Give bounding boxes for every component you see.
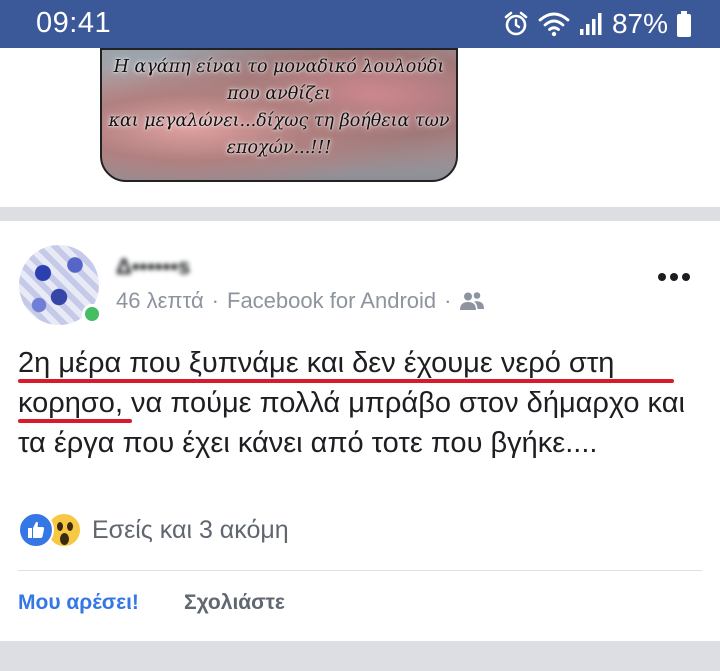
post-text: 2η μέρα που ξυπνάμε και δεν έχουμε νερό … <box>18 343 698 463</box>
battery-percent: 87% <box>611 8 668 39</box>
online-status-dot <box>82 304 102 324</box>
wifi-icon <box>538 12 570 37</box>
comment-button[interactable]: Σχολιάστε <box>184 591 285 615</box>
dot-icon <box>682 273 690 281</box>
red-underline <box>18 419 132 423</box>
quote-line: που ανθίζει <box>227 84 331 104</box>
dot-icon <box>670 273 678 281</box>
post-options-button[interactable] <box>652 262 696 292</box>
actions-divider <box>18 570 702 571</box>
battery-icon <box>677 11 691 37</box>
author-name[interactable]: Δ••••••s <box>116 254 256 278</box>
shared-quote-image[interactable]: Η αγάπη είναι το μοναδικό λουλούδι που α… <box>100 48 458 182</box>
status-bar: 09:41 87% <box>0 0 720 48</box>
post-source: Facebook for Android <box>227 288 437 313</box>
post-meta: 46 λεπτά · Facebook for Android · <box>116 288 485 314</box>
reactions-count-text: Εσείς και 3 ακόμη <box>92 515 289 544</box>
red-underline <box>18 379 674 383</box>
post-text-rest: , να πούμε πολλά μπράβο στον δήμαρχο και… <box>18 387 685 459</box>
dot-icon <box>658 273 666 281</box>
quote-line: και μεγαλώνει...δίχως τη βοήθεια των <box>108 111 450 131</box>
post-time[interactable]: 46 λεπτά <box>116 288 204 314</box>
alarm-icon <box>504 11 528 36</box>
meta-separator: · <box>444 288 452 313</box>
quote-text: Η αγάπη είναι το μοναδικό λουλούδι που α… <box>102 54 456 162</box>
friends-icon <box>460 292 485 310</box>
feed-separator <box>0 207 720 221</box>
quote-line: Η αγάπη είναι το μοναδικό λουλούδι <box>113 57 445 77</box>
reactions-summary[interactable]: Εσείς και 3 ακόμη <box>18 512 289 548</box>
signal-icon <box>579 13 602 35</box>
meta-separator: · <box>211 288 219 313</box>
status-icons: 87% <box>502 8 692 40</box>
like-icon <box>18 512 54 548</box>
status-time: 09:41 <box>36 7 112 39</box>
like-button[interactable]: Μου αρέσει! <box>18 591 139 615</box>
quote-line: εποχών...!!! <box>226 138 332 158</box>
feed-separator <box>0 641 720 671</box>
